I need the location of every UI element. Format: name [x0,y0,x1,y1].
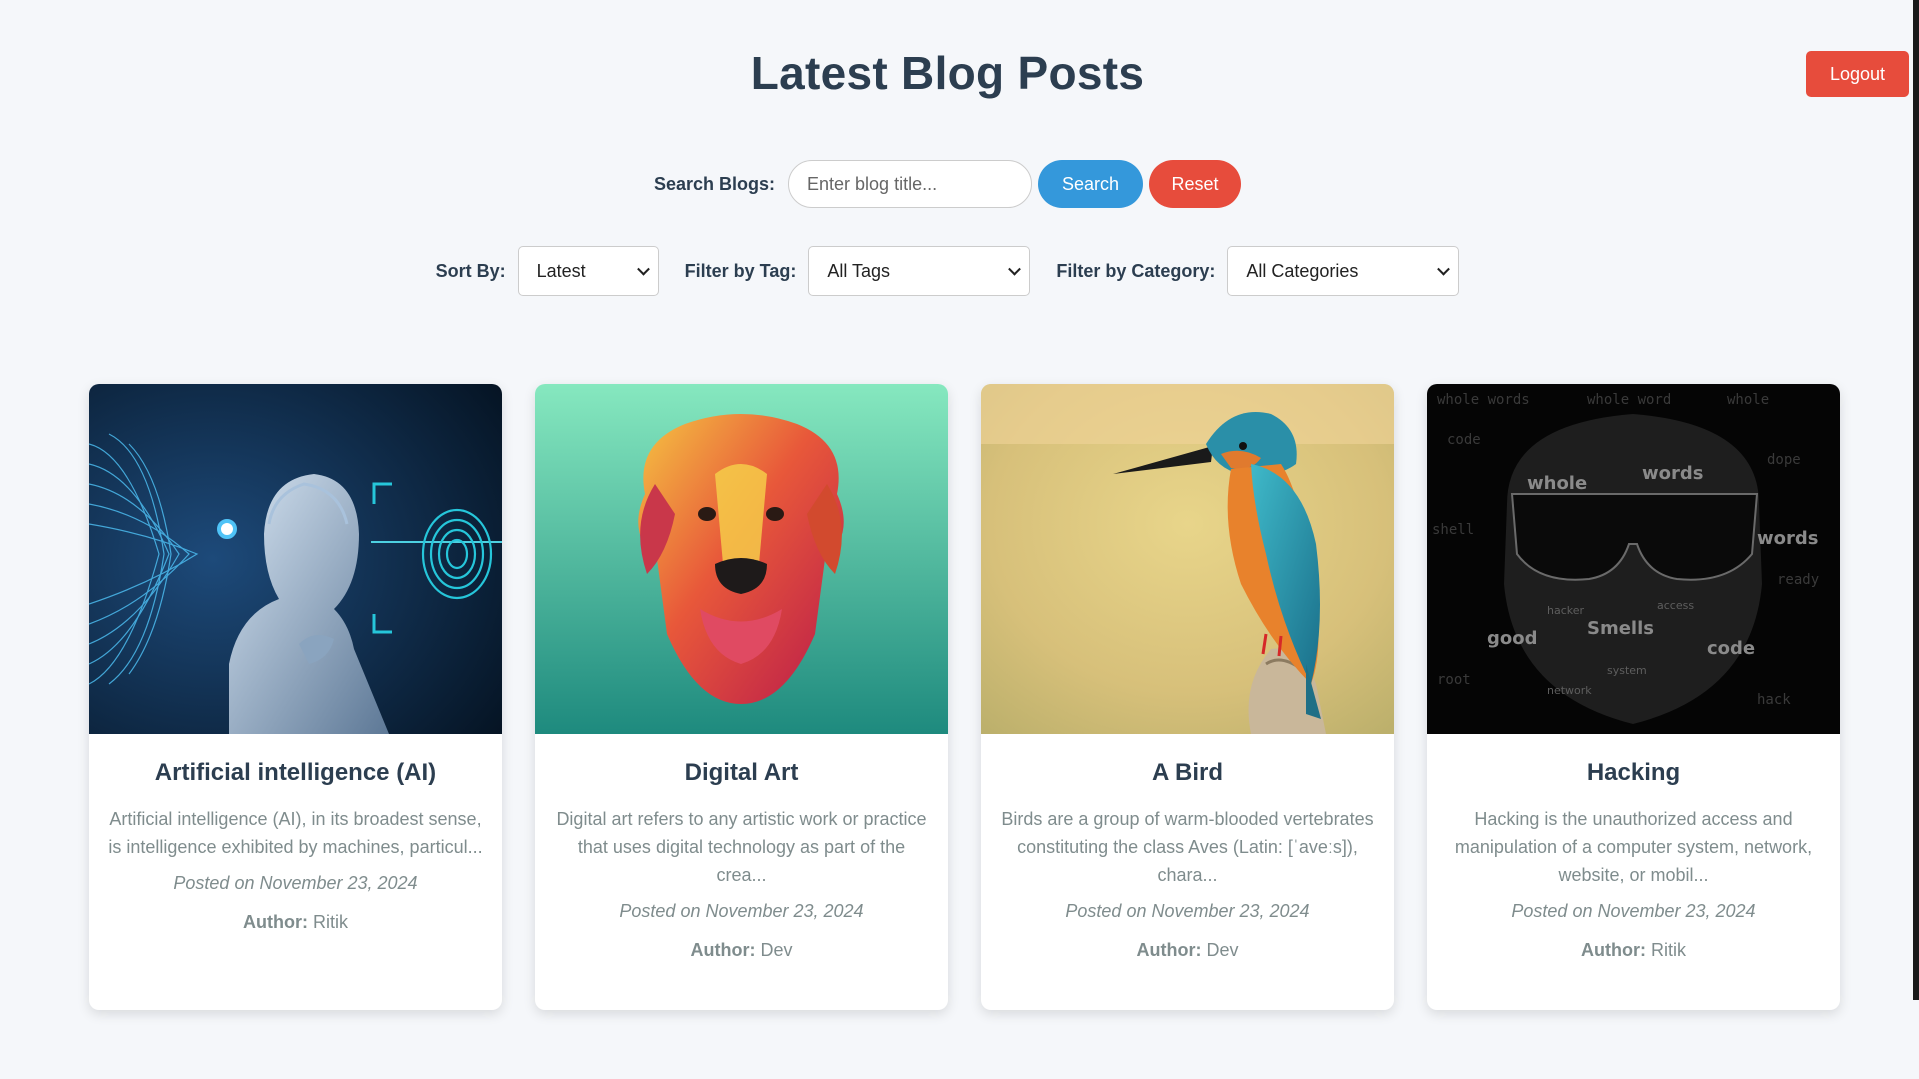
post-date: Posted on November 23, 2024 [1511,901,1756,921]
blog-page: Latest Blog Posts Logout Search Blogs: S… [0,0,1919,1079]
svg-text:hacker: hacker [1547,604,1585,617]
sort-select[interactable]: Latest [517,246,659,296]
post-title[interactable]: A Bird [997,759,1378,787]
post-author: Author: Dev [997,940,1378,961]
post-excerpt: Artificial intelligence (AI), in its bro… [108,809,483,857]
category-filter-label: Filter by Category: [1056,260,1216,281]
logout-button[interactable]: Logout [1806,51,1909,97]
post-date: Posted on November 23, 2024 [619,901,864,921]
scrollbar[interactable] [1913,0,1919,1000]
svg-text:whole: whole [1727,392,1769,408]
tag-filter-label: Filter by Tag: [684,260,797,281]
sort-label: Sort By: [435,260,506,281]
svg-text:whole word: whole word [1587,392,1671,408]
ai-robot-image [89,384,502,734]
blog-card-grid: Artificial intelligence (AI) Artificial … [89,384,1840,1010]
author-name: Ritik [1651,940,1686,960]
svg-text:shell: shell [1432,522,1474,538]
filter-bar: Sort By: Latest Filter by Tag: All Tags … [0,246,1919,296]
post-date: Posted on November 23, 2024 [173,873,418,893]
svg-text:ready: ready [1777,572,1819,588]
tag-filter-select[interactable]: All Tags [808,246,1031,296]
blog-card[interactable]: Digital Art Digital art refers to any ar… [535,384,948,1010]
author-name: Dev [1206,940,1239,960]
svg-text:whole: whole [1527,473,1587,494]
search-label: Search Blogs: [653,173,776,194]
hacker-word-art-image: whole words whole word whole code dope s… [1427,384,1840,734]
reset-button[interactable]: Reset [1149,160,1242,208]
chevron-down-icon [636,262,650,276]
svg-text:code: code [1447,432,1481,448]
author-name: Ritik [313,912,348,932]
svg-text:access: access [1657,599,1694,612]
category-filter-select[interactable]: All Categories [1227,246,1460,296]
svg-text:network: network [1547,684,1592,697]
svg-text:dope: dope [1767,452,1801,468]
post-date: Posted on November 23, 2024 [1065,901,1310,921]
search-input[interactable] [788,160,1033,208]
chevron-down-icon [1437,262,1451,276]
post-title[interactable]: Digital Art [551,759,932,787]
page-title: Latest Blog Posts [750,47,1145,99]
author-label: Author: [1581,940,1646,960]
blog-card[interactable]: A Bird Birds are a group of warm-blooded… [981,384,1394,1010]
author-label: Author: [690,940,756,960]
author-name: Dev [760,940,793,960]
svg-text:code: code [1707,638,1755,659]
svg-text:good: good [1487,628,1538,649]
post-author: Author: Ritik [105,912,486,933]
svg-text:whole words: whole words [1437,392,1530,408]
svg-text:hack: hack [1757,692,1791,708]
author-label: Author: [243,912,308,932]
tag-filter-value: All Tags [827,260,891,281]
svg-text:Smells: Smells [1587,618,1654,639]
blog-card[interactable]: Artificial intelligence (AI) Artificial … [89,384,502,1010]
post-excerpt: Hacking is the unauthorized access and m… [1454,809,1813,885]
post-title[interactable]: Artificial intelligence (AI) [105,759,486,787]
search-button[interactable]: Search [1038,160,1144,208]
blog-card[interactable]: whole words whole word whole code dope s… [1427,384,1840,1010]
chevron-down-icon [1008,262,1022,276]
post-author: Author: Ritik [1443,940,1824,961]
kingfisher-image [981,384,1394,734]
svg-text:system: system [1607,664,1647,677]
post-author: Author: Dev [551,940,932,961]
search-bar: Search Blogs: Search Reset [0,160,1919,208]
category-filter-value: All Categories [1246,260,1359,281]
svg-text:words: words [1642,463,1703,484]
post-excerpt: Birds are a group of warm-blooded verteb… [1001,809,1374,885]
svg-text:root: root [1437,672,1471,688]
post-excerpt: Digital art refers to any artistic work … [556,809,927,885]
author-label: Author: [1136,940,1202,960]
post-title[interactable]: Hacking [1443,759,1824,787]
svg-text:words: words [1757,528,1818,549]
sort-select-value: Latest [536,260,586,281]
colorful-dog-image [535,384,948,734]
